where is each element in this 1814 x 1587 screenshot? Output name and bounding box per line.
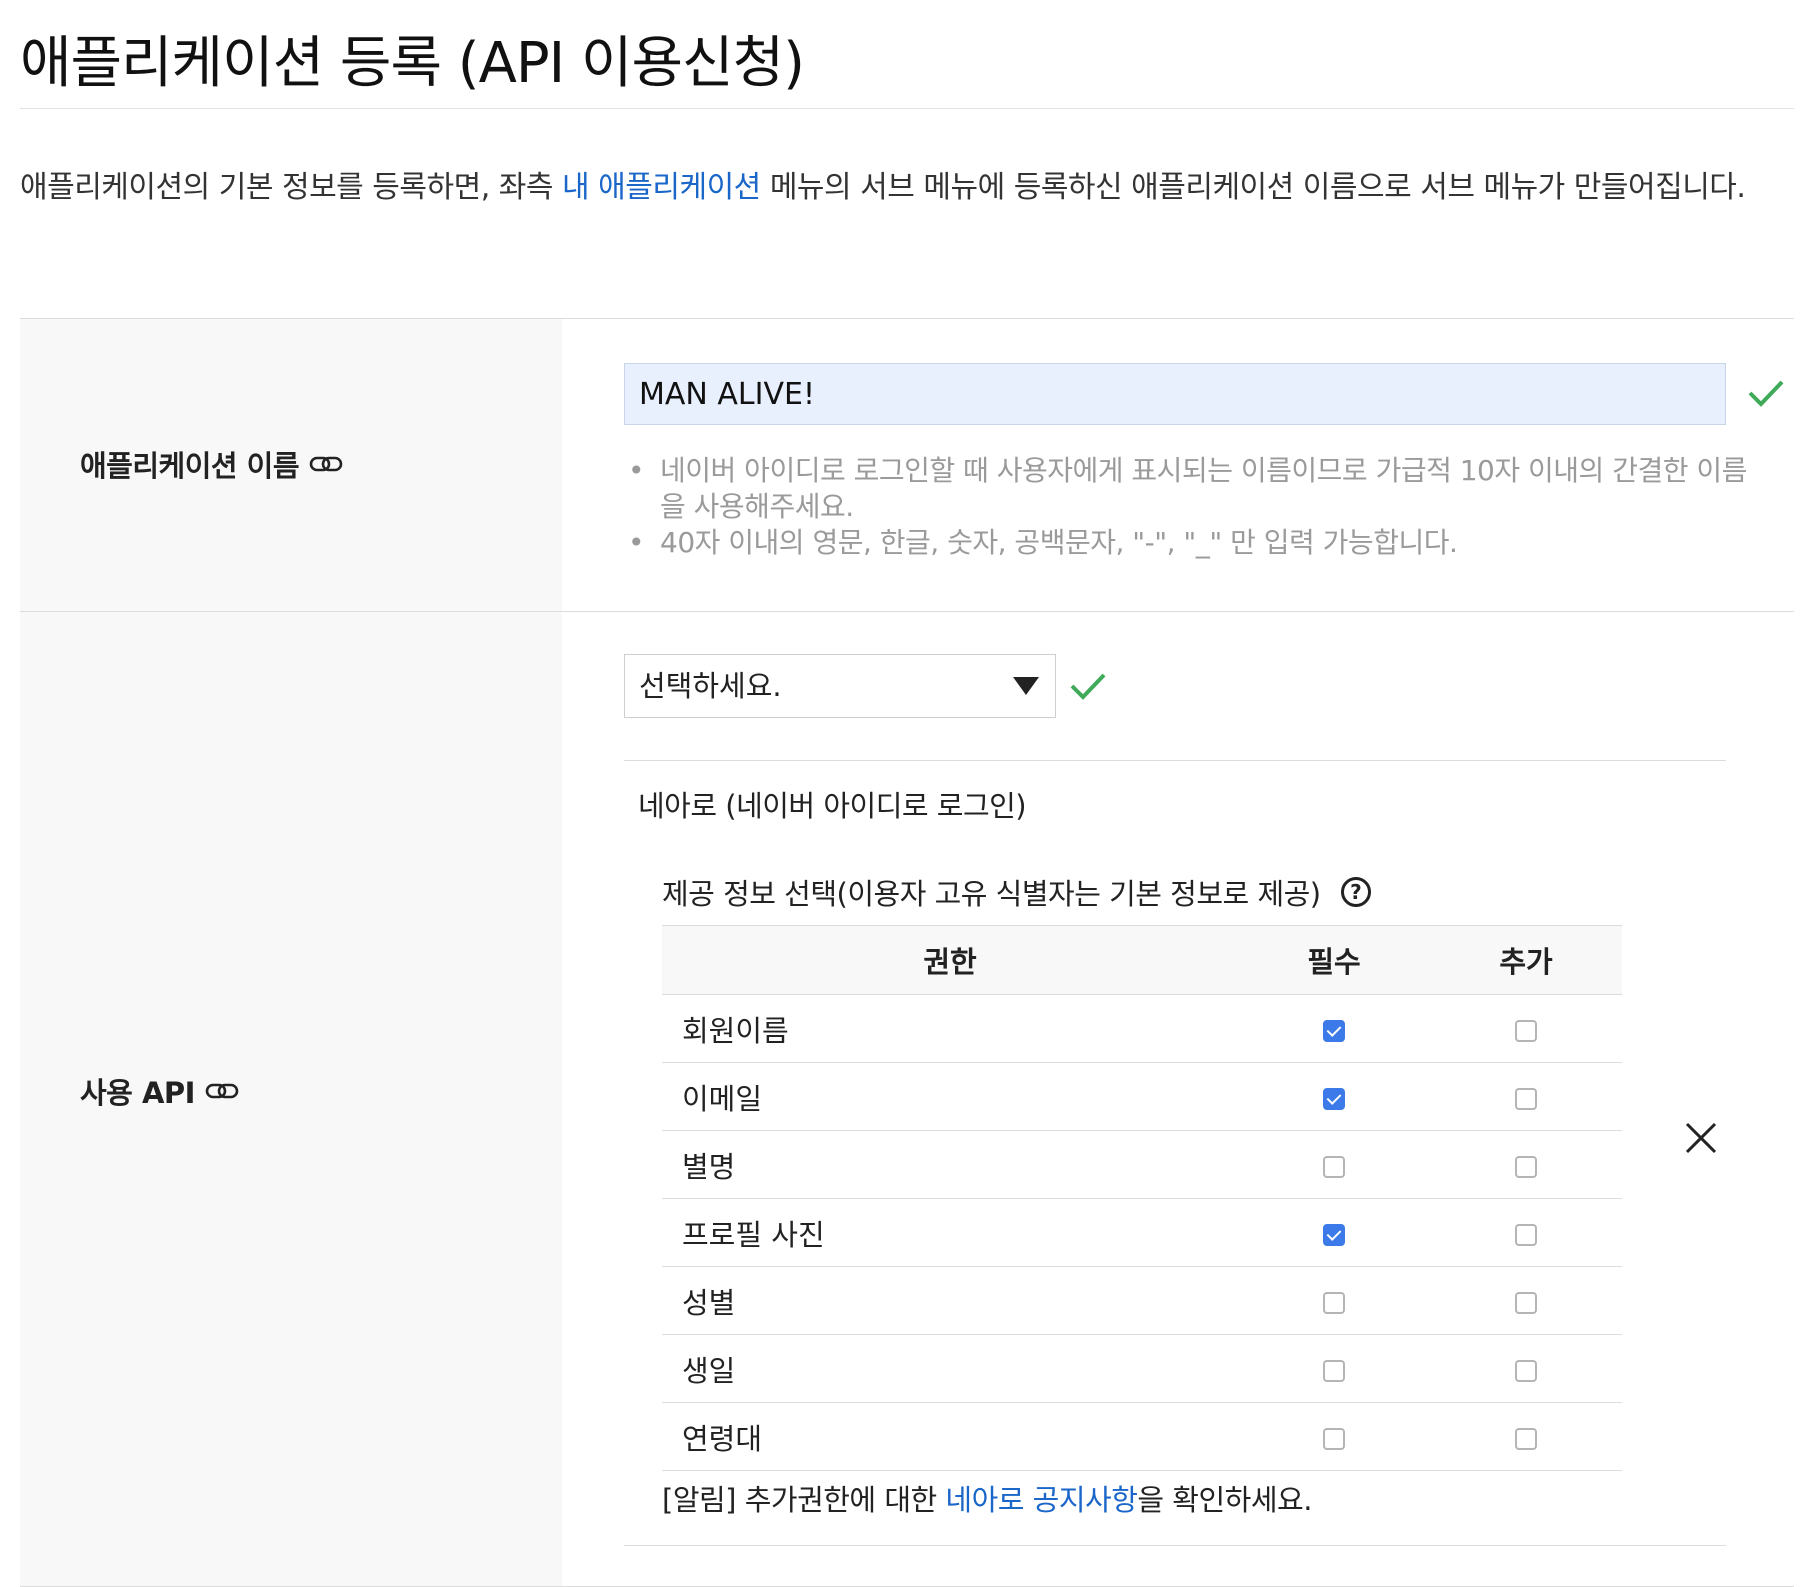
- additional-checkbox[interactable]: [1515, 1291, 1537, 1314]
- required-checkbox[interactable]: [1323, 1019, 1345, 1042]
- app-name-label-text: 애플리케이션 이름: [80, 449, 300, 483]
- table-row: 이메일: [662, 1062, 1622, 1131]
- app-name-row: 애플리케이션 이름 네이버 아이디로 로그인할 때 사용자에게 표시되는 이름이…: [20, 319, 1794, 612]
- additional-checkbox[interactable]: [1515, 1359, 1537, 1382]
- title-divider: [20, 108, 1794, 109]
- additional-checkbox-cell: [1430, 1062, 1622, 1131]
- api-name: 네아로 (네이버 아이디로 로그인): [638, 789, 1027, 823]
- permission-name: 별명: [662, 1130, 1238, 1199]
- hint-item: 네이버 아이디로 로그인할 때 사용자에게 표시되는 이름이므로 가급적 10자…: [628, 453, 1760, 525]
- link-icon[interactable]: [205, 1081, 239, 1101]
- api-row: 사용 API 선택하세요. 네아로 (네이버 아이디로 로그인) 제공 정보 선…: [20, 612, 1794, 1587]
- api-label-text: 사용 API: [80, 1076, 195, 1110]
- table-row: 회원이름: [662, 994, 1622, 1063]
- intro-text-after: 메뉴의 서브 메뉴에 등록하신 애플리케이션 이름으로 서브 메뉴가 만들어집니…: [760, 170, 1746, 205]
- column-header-required: 필수: [1238, 925, 1430, 995]
- required-checkbox-cell: [1238, 1062, 1430, 1131]
- notice-text: [알림] 추가권한에 대한 네아로 공지사항을 확인하세요.: [662, 1477, 1312, 1519]
- table-row: 성별: [662, 1266, 1622, 1335]
- table-header-row: 권한 필수 추가: [662, 925, 1622, 995]
- app-name-label: 애플리케이션 이름: [80, 443, 343, 485]
- required-checkbox-cell: [1238, 994, 1430, 1063]
- hint-item: 40자 이내의 영문, 한글, 숫자, 공백문자, "-", "_" 만 입력 …: [628, 525, 1760, 561]
- required-checkbox[interactable]: [1323, 1359, 1345, 1382]
- notice-text-before: [알림] 추가권한에 대한: [662, 1483, 946, 1517]
- registration-form: 애플리케이션 이름 네이버 아이디로 로그인할 때 사용자에게 표시되는 이름이…: [20, 318, 1794, 1587]
- table-row: 별명: [662, 1130, 1622, 1199]
- intro-text-before: 애플리케이션의 기본 정보를 등록하면, 좌측: [20, 170, 563, 205]
- additional-checkbox[interactable]: [1515, 1427, 1537, 1450]
- additional-checkbox-cell: [1430, 1334, 1622, 1403]
- my-applications-link[interactable]: 내 애플리케이션: [562, 170, 761, 205]
- app-name-hints: 네이버 아이디로 로그인할 때 사용자에게 표시되는 이름이므로 가급적 10자…: [624, 453, 1760, 561]
- required-checkbox[interactable]: [1323, 1087, 1345, 1110]
- permission-name: 생일: [662, 1334, 1238, 1403]
- api-box-divider: [624, 1545, 1726, 1546]
- api-label: 사용 API: [80, 1070, 239, 1112]
- required-checkbox[interactable]: [1323, 1223, 1345, 1246]
- help-icon[interactable]: ?: [1340, 877, 1371, 907]
- additional-checkbox-cell: [1430, 1266, 1622, 1335]
- valid-check-icon: [1070, 673, 1106, 700]
- required-checkbox-cell: [1238, 1334, 1430, 1403]
- required-checkbox[interactable]: [1323, 1427, 1345, 1450]
- intro-text: 애플리케이션의 기본 정보를 등록하면, 좌측 내 애플리케이션 메뉴의 서브 …: [20, 160, 1794, 216]
- api-select[interactable]: 선택하세요.: [624, 654, 1056, 718]
- provide-info-title-text: 제공 정보 선택(이용자 고유 식별자는 기본 정보로 제공): [662, 877, 1321, 911]
- required-checkbox-cell: [1238, 1266, 1430, 1335]
- additional-checkbox-cell: [1430, 1198, 1622, 1267]
- table-row: 프로필 사진: [662, 1198, 1622, 1267]
- required-checkbox[interactable]: [1323, 1155, 1345, 1178]
- notice-text-after: 을 확인하세요.: [1137, 1483, 1312, 1517]
- table-row: 생일: [662, 1334, 1622, 1403]
- permission-name: 프로필 사진: [662, 1198, 1238, 1267]
- link-icon[interactable]: [309, 454, 343, 474]
- provide-info-title: 제공 정보 선택(이용자 고유 식별자는 기본 정보로 제공) ?: [662, 871, 1371, 913]
- column-header-permission: 권한: [662, 925, 1238, 995]
- required-checkbox-cell: [1238, 1402, 1430, 1471]
- additional-checkbox[interactable]: [1515, 1019, 1537, 1042]
- required-checkbox-cell: [1238, 1198, 1430, 1267]
- required-checkbox[interactable]: [1323, 1291, 1345, 1314]
- app-name-input[interactable]: [624, 363, 1726, 425]
- dropdown-arrow-icon: [1013, 677, 1039, 695]
- neaaro-notice-link[interactable]: 네아로 공지사항: [945, 1483, 1137, 1517]
- additional-checkbox[interactable]: [1515, 1223, 1537, 1246]
- valid-check-icon: [1748, 380, 1784, 407]
- api-select-value: 선택하세요.: [639, 669, 782, 703]
- permission-name: 성별: [662, 1266, 1238, 1335]
- table-row: 연령대: [662, 1402, 1622, 1471]
- permission-table: 권한 필수 추가 회원이름 이메일 별명 프로필 사진 성별 생일 연령대: [662, 925, 1622, 1471]
- api-config-box: 네아로 (네이버 아이디로 로그인) 제공 정보 선택(이용자 고유 식별자는 …: [624, 760, 1726, 1546]
- additional-checkbox-cell: [1430, 1402, 1622, 1471]
- column-header-additional: 추가: [1430, 925, 1622, 995]
- additional-checkbox-cell: [1430, 994, 1622, 1063]
- required-checkbox-cell: [1238, 1130, 1430, 1199]
- permission-name: 연령대: [662, 1402, 1238, 1471]
- close-icon[interactable]: [1684, 1121, 1718, 1155]
- permission-name: 회원이름: [662, 994, 1238, 1063]
- permission-name: 이메일: [662, 1062, 1238, 1131]
- additional-checkbox[interactable]: [1515, 1155, 1537, 1178]
- additional-checkbox[interactable]: [1515, 1087, 1537, 1110]
- page-title: 애플리케이션 등록 (API 이용신청): [20, 31, 805, 96]
- additional-checkbox-cell: [1430, 1130, 1622, 1199]
